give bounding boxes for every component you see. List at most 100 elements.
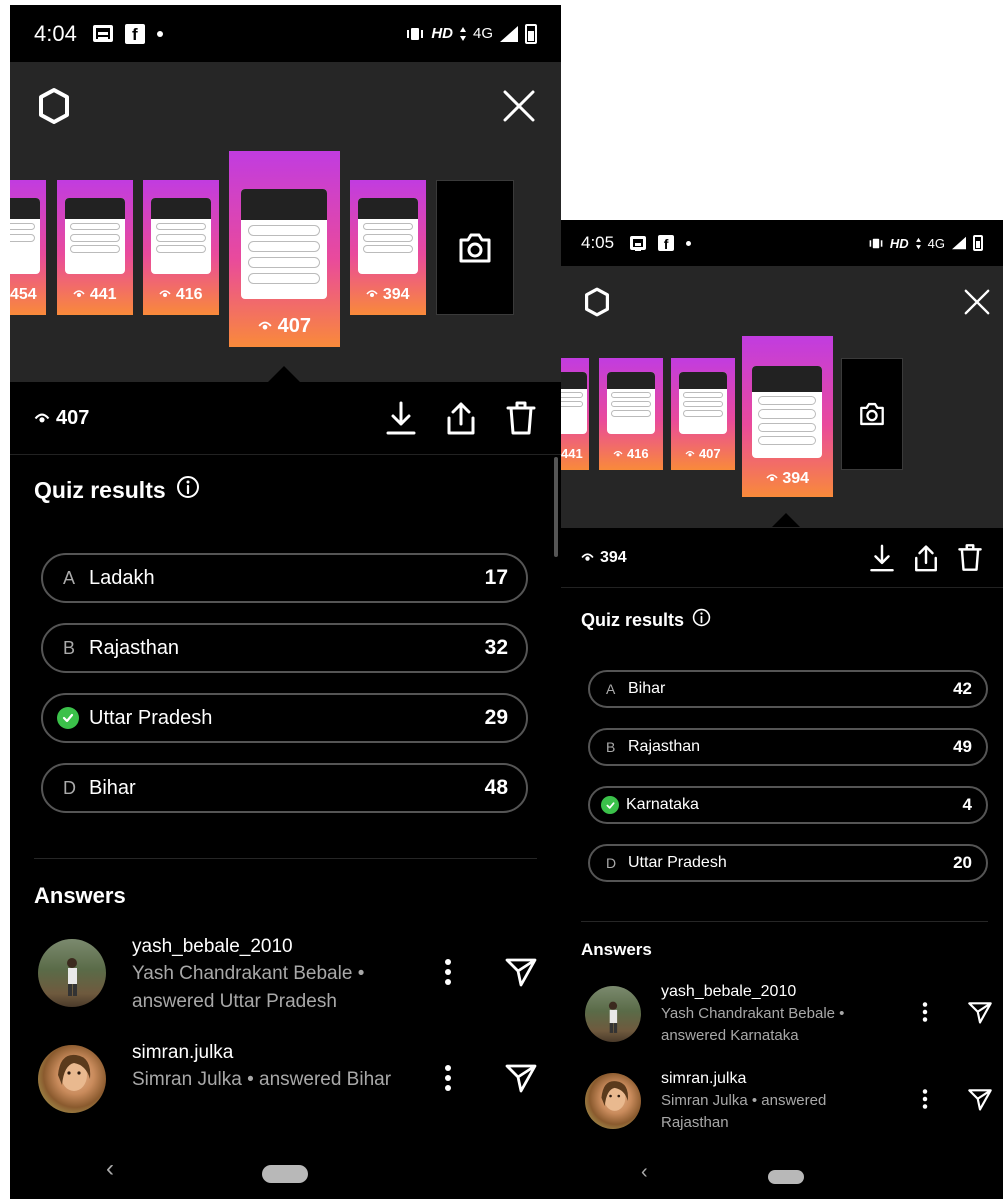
answer-send-button[interactable] <box>965 995 995 1029</box>
system-nav-bar: ‹ <box>561 1153 1003 1199</box>
share-button[interactable] <box>445 400 477 436</box>
story-thumbnail[interactable]: 441 <box>57 180 133 315</box>
quiz-option-b[interactable]: B Rajasthan 32 <box>41 623 528 673</box>
option-label: Ladakh <box>89 566 155 589</box>
share-button[interactable] <box>913 543 939 573</box>
answer-more-button[interactable] <box>433 952 463 992</box>
answer-username[interactable]: simran.julka <box>132 1040 433 1066</box>
download-button[interactable] <box>869 543 895 573</box>
close-button[interactable] <box>499 86 539 126</box>
check-circle-icon <box>601 796 619 814</box>
close-button[interactable] <box>961 286 993 318</box>
avatar[interactable] <box>38 939 106 1007</box>
answer-description: Simran Julka • answered Rajasthan <box>661 1092 827 1131</box>
scrollbar[interactable] <box>554 457 558 557</box>
nav-home-button[interactable] <box>768 1170 804 1184</box>
answer-item: yash_bebale_2010 Yash Chandrakant Bebale… <box>585 981 995 1047</box>
option-label: Rajasthan <box>628 738 701 755</box>
network-hd-label: HD <box>889 235 909 251</box>
system-nav-bar: ‹ <box>10 1143 561 1199</box>
answer-username[interactable]: simran.julka <box>661 1068 913 1090</box>
quiz-options-list: A Bihar 42 B Rajasthan 49 Karnataka 4 D … <box>588 670 988 882</box>
story-thumbnail[interactable]: 454 <box>10 180 46 315</box>
answer-item: simran.julka Simran Julka • answered Raj… <box>585 1068 995 1134</box>
quiz-option-d[interactable]: D Bihar 48 <box>41 763 528 813</box>
delete-button[interactable] <box>957 542 983 573</box>
answer-username[interactable]: yash_bebale_2010 <box>132 934 433 960</box>
phone-screen-right: 4:05 f HD 4G 441 416 407 394 394 Quiz re… <box>561 220 1003 1199</box>
story-viewer: 454 441 416 407 394 <box>10 62 561 382</box>
status-bar: 4:04 f HD 4G <box>10 5 561 62</box>
answer-send-button[interactable] <box>965 1082 995 1116</box>
eye-icon <box>613 450 623 457</box>
settings-ring-icon <box>585 287 609 317</box>
story-action-bar: 407 <box>10 382 561 455</box>
eye-icon <box>258 321 272 330</box>
trash-icon <box>958 544 982 571</box>
story-view-count: 407 <box>698 446 721 461</box>
settings-ring-icon <box>39 88 69 124</box>
eye-icon <box>581 553 594 561</box>
story-thumbnail[interactable]: 394 <box>350 180 426 315</box>
nav-back-button[interactable]: ‹ <box>641 1161 648 1184</box>
option-label: Rajasthan <box>89 636 180 659</box>
story-thumbnail[interactable]: 416 <box>599 358 663 470</box>
network-4g-label: 4G <box>472 25 493 42</box>
send-icon <box>968 1001 992 1024</box>
eye-icon <box>73 290 86 297</box>
quiz-option-b[interactable]: B Rajasthan 49 <box>588 728 988 766</box>
answer-more-button[interactable] <box>433 1058 463 1098</box>
answer-item: simran.julka Simran Julka • answered Bih… <box>38 1040 541 1113</box>
quiz-results-heading: Quiz results <box>34 475 200 505</box>
send-icon <box>505 958 537 987</box>
story-thumbnail[interactable]: 407 <box>671 358 735 470</box>
story-thumbnail[interactable]: 416 <box>143 180 219 315</box>
delete-button[interactable] <box>505 399 537 437</box>
status-bar: 4:05 f HD 4G <box>561 220 1003 266</box>
quiz-option-a[interactable]: A Ladakh 17 <box>41 553 528 603</box>
avatar[interactable] <box>38 1045 106 1113</box>
settings-button[interactable] <box>581 286 613 318</box>
answers-heading: Answers <box>34 883 126 908</box>
option-label: Bihar <box>89 776 136 799</box>
close-icon <box>503 90 535 122</box>
answer-send-button[interactable] <box>501 1058 541 1098</box>
facebook-notification-icon: f <box>658 235 675 252</box>
option-letter: B <box>63 637 76 658</box>
story-view-count: 394 <box>782 470 810 487</box>
answer-username[interactable]: yash_bebale_2010 <box>661 981 913 1003</box>
option-letter: D <box>63 777 76 798</box>
story-thumbnail[interactable]: 441 <box>561 358 589 470</box>
add-story-camera-button[interactable] <box>436 180 514 315</box>
quiz-option-c-correct[interactable]: Uttar Pradesh 29 <box>41 693 528 743</box>
download-button[interactable] <box>385 400 417 436</box>
story-thumbnail-selected[interactable]: 407 <box>229 151 340 347</box>
quiz-info-button[interactable] <box>176 475 200 505</box>
answer-more-button[interactable] <box>913 1082 937 1116</box>
selected-view-count: 407 <box>34 407 89 430</box>
eye-icon <box>685 450 695 457</box>
eye-icon <box>159 290 172 297</box>
answer-send-button[interactable] <box>501 952 541 992</box>
answer-description: Simran Julka • answered Bihar <box>132 1069 392 1090</box>
quiz-option-d[interactable]: D Uttar Pradesh 20 <box>588 844 988 882</box>
settings-button[interactable] <box>34 86 74 126</box>
quiz-option-c-correct[interactable]: Karnataka 4 <box>588 786 988 824</box>
add-story-camera-button[interactable] <box>841 358 903 470</box>
download-icon <box>870 544 894 571</box>
avatar[interactable] <box>585 1073 641 1129</box>
network-4g-label: 4G <box>927 235 945 251</box>
answer-more-button[interactable] <box>913 995 937 1029</box>
option-count: 4 <box>962 795 972 814</box>
quiz-option-a[interactable]: A Bihar 42 <box>588 670 988 708</box>
story-thumbnail-selected[interactable]: 394 <box>742 336 833 497</box>
info-icon <box>176 476 199 498</box>
avatar[interactable] <box>585 986 641 1042</box>
selected-story-pointer <box>772 513 800 527</box>
story-view-count: 454 <box>10 286 37 303</box>
quiz-info-button[interactable] <box>692 608 711 632</box>
more-vertical-icon <box>445 1065 451 1091</box>
nav-back-button[interactable]: ‹ <box>106 1155 114 1183</box>
nav-home-button[interactable] <box>262 1165 308 1183</box>
option-label: Karnataka <box>626 796 699 813</box>
